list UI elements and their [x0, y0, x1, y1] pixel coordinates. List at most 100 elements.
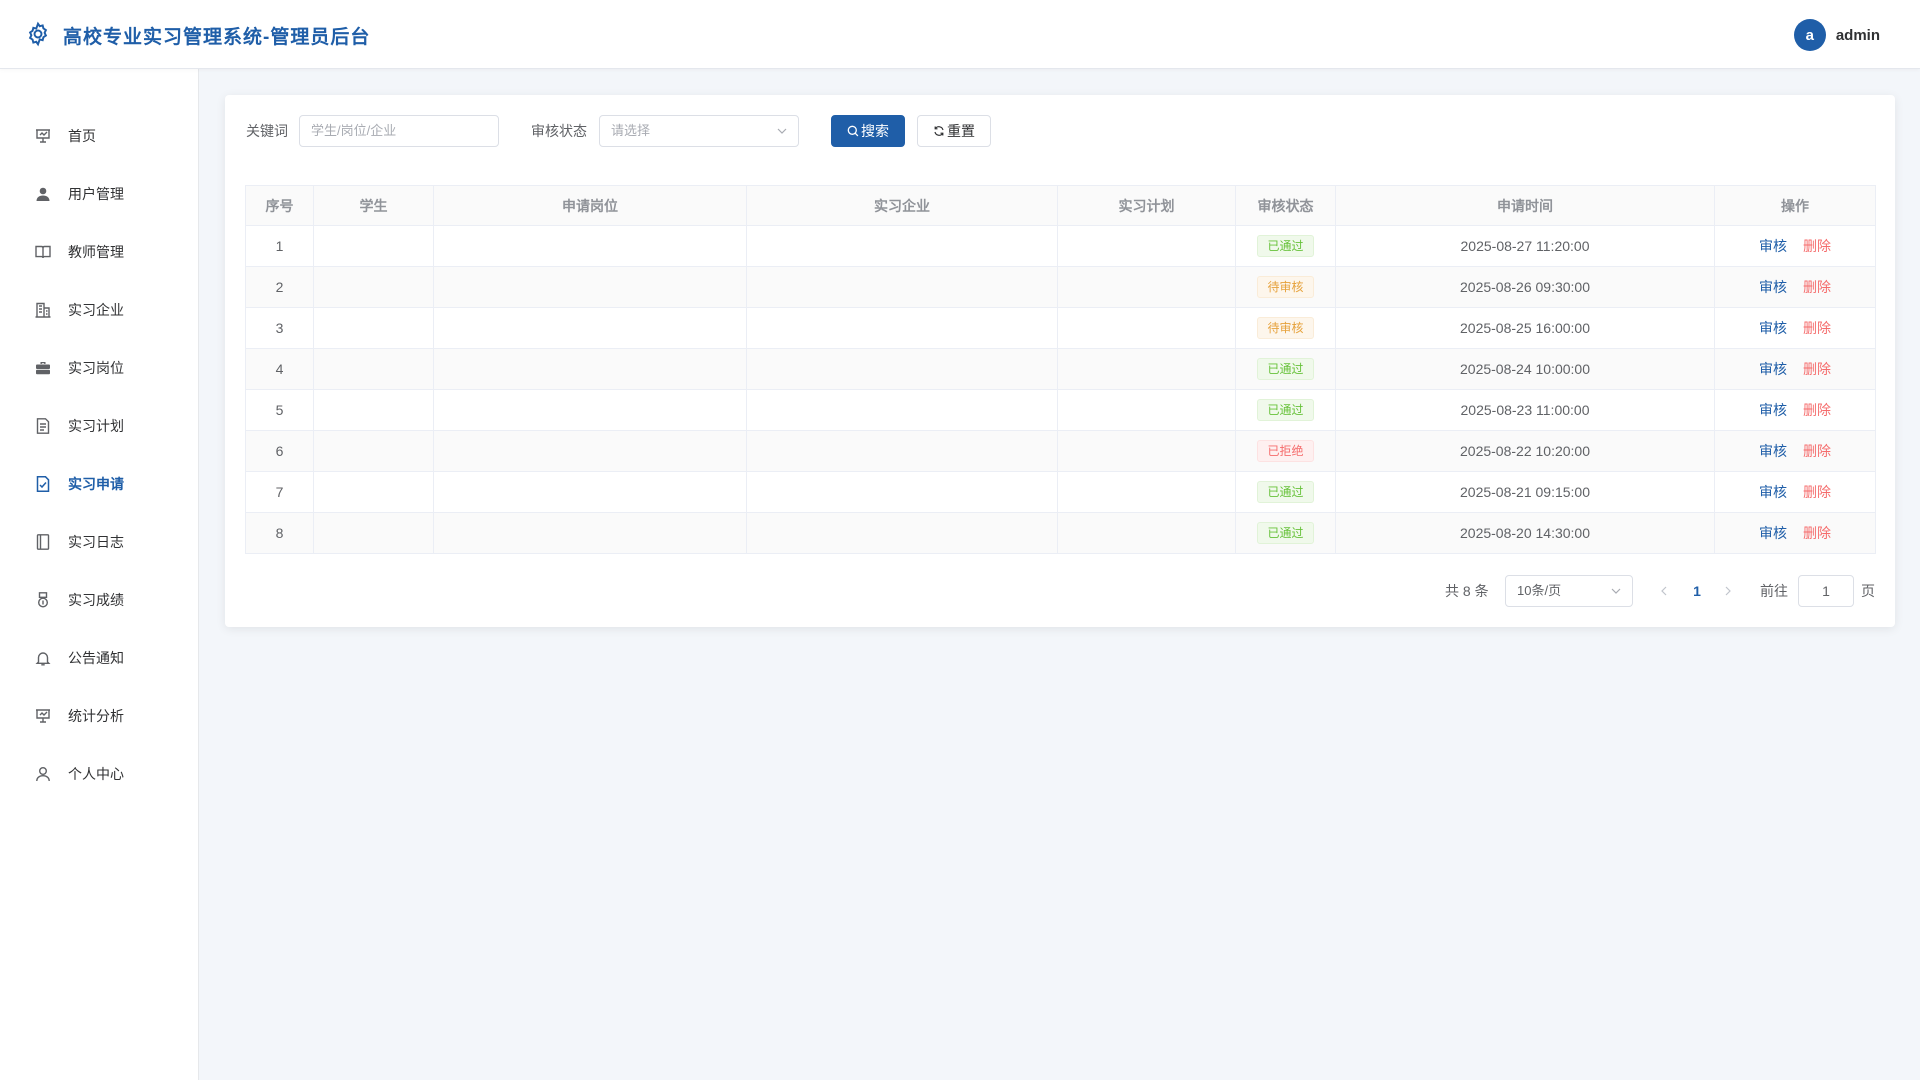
review-button[interactable]: 审核: [1759, 402, 1787, 418]
sidebar-item-logs[interactable]: 实习日志: [0, 522, 199, 562]
review-button[interactable]: 审核: [1759, 525, 1787, 541]
delete-button[interactable]: 删除: [1803, 443, 1831, 459]
sidebar-item-users[interactable]: 用户管理: [0, 174, 199, 214]
cell-plan: [1057, 348, 1236, 390]
book-icon: [35, 245, 51, 259]
cell-actions: 审核 删除: [1714, 512, 1876, 554]
next-page-icon[interactable]: [1722, 585, 1734, 597]
sidebar-item-applications[interactable]: 实习申请: [0, 464, 199, 504]
cell-status: 待审核: [1235, 307, 1336, 349]
cell-time: 2025-08-20 14:30:00: [1335, 512, 1715, 554]
table-row: 7 已通过 2025-08-21 09:15:00 审核 删除: [245, 471, 1876, 513]
page-number-current[interactable]: 1: [1687, 575, 1707, 607]
cell-index: 7: [245, 471, 314, 513]
cell-status: 已通过: [1235, 225, 1336, 267]
cell-company: [746, 266, 1058, 308]
delete-button[interactable]: 删除: [1803, 484, 1831, 500]
status-select[interactable]: 请选择: [599, 115, 799, 147]
review-button[interactable]: 审核: [1759, 320, 1787, 336]
cell-student: [313, 348, 434, 390]
table-row: 2 待审核 2025-08-26 09:30:00 审核 删除: [245, 266, 1876, 308]
cell-company: [746, 389, 1058, 431]
table-row: 8 已通过 2025-08-20 14:30:00 审核 删除: [245, 512, 1876, 554]
keyword-input[interactable]: 学生/岗位/企业: [299, 115, 499, 147]
review-button[interactable]: 审核: [1759, 238, 1787, 254]
table-row: 4 已通过 2025-08-24 10:00:00 审核 删除: [245, 348, 1876, 390]
cell-position: [433, 348, 747, 390]
review-button[interactable]: 审核: [1759, 361, 1787, 377]
delete-button[interactable]: 删除: [1803, 238, 1831, 254]
cell-status: 已通过: [1235, 471, 1336, 513]
sidebar-item-teachers[interactable]: 教师管理: [0, 232, 199, 272]
status-badge: 已通过: [1257, 399, 1314, 421]
briefcase-icon: [36, 362, 50, 375]
applications-card: 关键词 学生/岗位/企业 审核状态 请选择 搜索 重置 序号 学生 申请岗位 实习企业…: [225, 95, 1895, 627]
search-button[interactable]: 搜索: [831, 115, 905, 147]
sidebar-item-label: 实习申请: [68, 476, 124, 492]
sidebar-item-label: 实习计划: [68, 418, 124, 434]
page-size-select[interactable]: 10条/页: [1505, 575, 1633, 607]
sidebar-item-companies[interactable]: 实习企业: [0, 290, 199, 330]
sidebar-item-label: 首页: [68, 128, 96, 144]
cell-company: [746, 348, 1058, 390]
cell-status: 已通过: [1235, 512, 1336, 554]
user-icon: [36, 187, 50, 201]
sidebar-item-positions[interactable]: 实习岗位: [0, 348, 199, 388]
cell-time: 2025-08-24 10:00:00: [1335, 348, 1715, 390]
cell-position: [433, 225, 747, 267]
avatar[interactable]: a: [1793, 19, 1826, 51]
sidebar-item-label: 实习企业: [68, 302, 124, 318]
cell-plan: [1057, 471, 1236, 513]
review-button[interactable]: 审核: [1759, 279, 1787, 295]
review-button[interactable]: 审核: [1759, 484, 1787, 500]
username[interactable]: admin: [1836, 27, 1880, 44]
prev-page-icon[interactable]: [1658, 585, 1670, 597]
page-unit-label: 页: [1861, 583, 1875, 599]
cell-student: [313, 389, 434, 431]
delete-button[interactable]: 删除: [1803, 279, 1831, 295]
cell-actions: 审核 删除: [1714, 307, 1876, 349]
cell-status: 已通过: [1235, 389, 1336, 431]
sidebar-item-label: 实习岗位: [68, 360, 124, 376]
cell-company: [746, 512, 1058, 554]
sidebar-item-label: 实习成绩: [68, 592, 124, 608]
sidebar-item-label: 公告通知: [68, 650, 124, 666]
column-header: 操作: [1714, 185, 1876, 226]
goto-page-input[interactable]: 1: [1798, 575, 1854, 607]
pagination-total: 共 8 条: [1445, 583, 1489, 599]
table-row: 1 已通过 2025-08-27 11:20:00 审核 删除: [245, 225, 1876, 267]
sidebar-item-plans[interactable]: 实习计划: [0, 406, 199, 446]
sidebar-item-label: 实习日志: [68, 534, 124, 550]
reset-button[interactable]: 重置: [917, 115, 991, 147]
cell-company: [746, 430, 1058, 472]
sidebar-item-statistics[interactable]: 统计分析: [0, 696, 199, 736]
notebook-icon: [36, 534, 50, 550]
sidebar-item-grades[interactable]: 实习成绩: [0, 580, 199, 620]
cell-index: 6: [245, 430, 314, 472]
cell-time: 2025-08-26 09:30:00: [1335, 266, 1715, 308]
column-header: 序号: [245, 185, 314, 226]
applications-table: 序号 学生 申请岗位 实习企业 实习计划 审核状态 申请时间 操作 1 已通过 2025-08-2…: [245, 185, 1876, 554]
cell-time: 2025-08-23 11:00:00: [1335, 389, 1715, 431]
building-icon: [35, 302, 51, 318]
delete-button[interactable]: 删除: [1803, 361, 1831, 377]
sidebar-item-home[interactable]: 首页: [0, 116, 199, 156]
sidebar-item-profile[interactable]: 个人中心: [0, 754, 199, 794]
sidebar-item-label: 教师管理: [68, 244, 124, 260]
cell-status: 待审核: [1235, 266, 1336, 308]
delete-button[interactable]: 删除: [1803, 402, 1831, 418]
sidebar-item-notices[interactable]: 公告通知: [0, 638, 199, 678]
status-badge: 已通过: [1257, 522, 1314, 544]
review-button[interactable]: 审核: [1759, 443, 1787, 459]
cell-position: [433, 512, 747, 554]
delete-button[interactable]: 删除: [1803, 525, 1831, 541]
delete-button[interactable]: 删除: [1803, 320, 1831, 336]
table-header-row: 序号 学生 申请岗位 实习企业 实习计划 审核状态 申请时间 操作: [245, 185, 1876, 226]
cell-plan: [1057, 307, 1236, 349]
cell-company: [746, 307, 1058, 349]
medal-icon: [37, 592, 49, 608]
table-row: 5 已通过 2025-08-23 11:00:00 审核 删除: [245, 389, 1876, 431]
user-menu[interactable]: a admin: [1793, 19, 1880, 51]
cell-position: [433, 307, 747, 349]
reset-button-label: 重置: [947, 123, 975, 139]
